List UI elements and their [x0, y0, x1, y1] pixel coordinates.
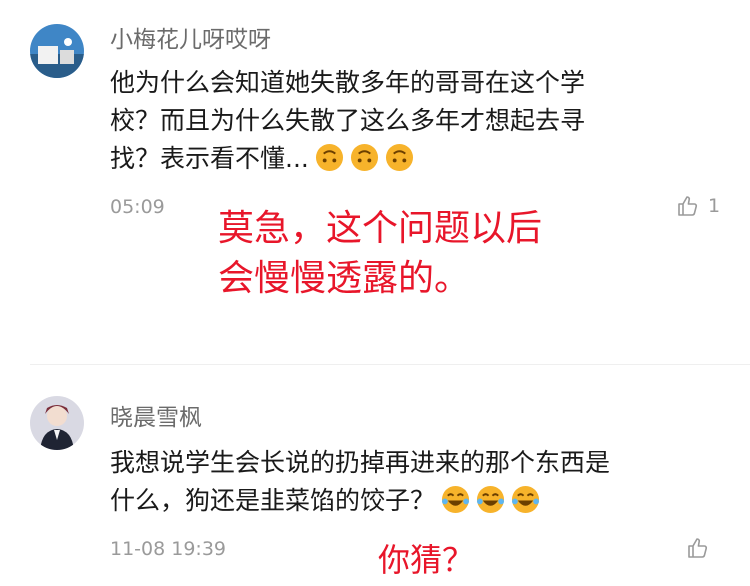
timestamp: 11-08 19:39: [110, 538, 227, 560]
like-button[interactable]: [686, 536, 718, 560]
comment-text-line: 他为什么会知道她失散多年的哥哥在这个学: [110, 68, 586, 97]
avatar[interactable]: [30, 24, 84, 78]
timestamp: 05:09: [110, 196, 165, 218]
comment-item: 晓晨雪枫 我想说学生会长说的扔掉再进来的那个东西是 什么，狗还是韭菜馅的饺子？ …: [0, 380, 750, 586]
handwritten-reply: 你猜？: [378, 540, 474, 580]
like-count: 1: [708, 195, 721, 217]
comment-text-line: 找？表示看不懂...: [110, 140, 710, 178]
thumbs-up-icon: [678, 196, 698, 216]
username[interactable]: 小梅花儿呀哎呀: [110, 20, 271, 54]
upside-down-face-icon: [350, 143, 378, 172]
comment-text-line: 什么，狗还是韭菜馅的饺子？: [110, 482, 710, 520]
comment-text-line: 我想说学生会长说的扔掉再进来的那个东西是: [110, 448, 611, 477]
handwritten-reply: 莫急，这个问题以后 会慢慢透露的。: [218, 204, 542, 304]
thumbs-up-icon: [688, 538, 708, 558]
comment-text: 我想说学生会长说的扔掉再进来的那个东西是 什么，狗还是韭菜馅的饺子？: [110, 444, 710, 520]
tears-of-joy-icon: [511, 485, 540, 514]
tears-of-joy-icon: [476, 485, 505, 514]
upside-down-face-icon: [315, 143, 343, 172]
avatar[interactable]: [30, 396, 84, 450]
handwritten-reply-line: 莫急，这个问题以后: [218, 208, 543, 249]
handwritten-reply-line: 你猜？: [378, 541, 475, 579]
comment-text-line: 校？而且为什么失散了这么多年才想起去寻: [110, 106, 586, 135]
divider: [30, 364, 750, 365]
comment-text: 他为什么会知道她失散多年的哥哥在这个学 校？而且为什么失散了这么多年才想起去寻 …: [110, 64, 710, 178]
upside-down-face-icon: [385, 143, 413, 172]
like-button[interactable]: 1: [676, 194, 720, 218]
handwritten-reply-line: 会慢慢透露的。: [218, 258, 471, 299]
tears-of-joy-icon: [441, 485, 470, 514]
username[interactable]: 晓晨雪枫: [110, 398, 202, 432]
comment-item: 小梅花儿呀哎呀 他为什么会知道她失散多年的哥哥在这个学 校？而且为什么失散了这么…: [0, 0, 750, 360]
